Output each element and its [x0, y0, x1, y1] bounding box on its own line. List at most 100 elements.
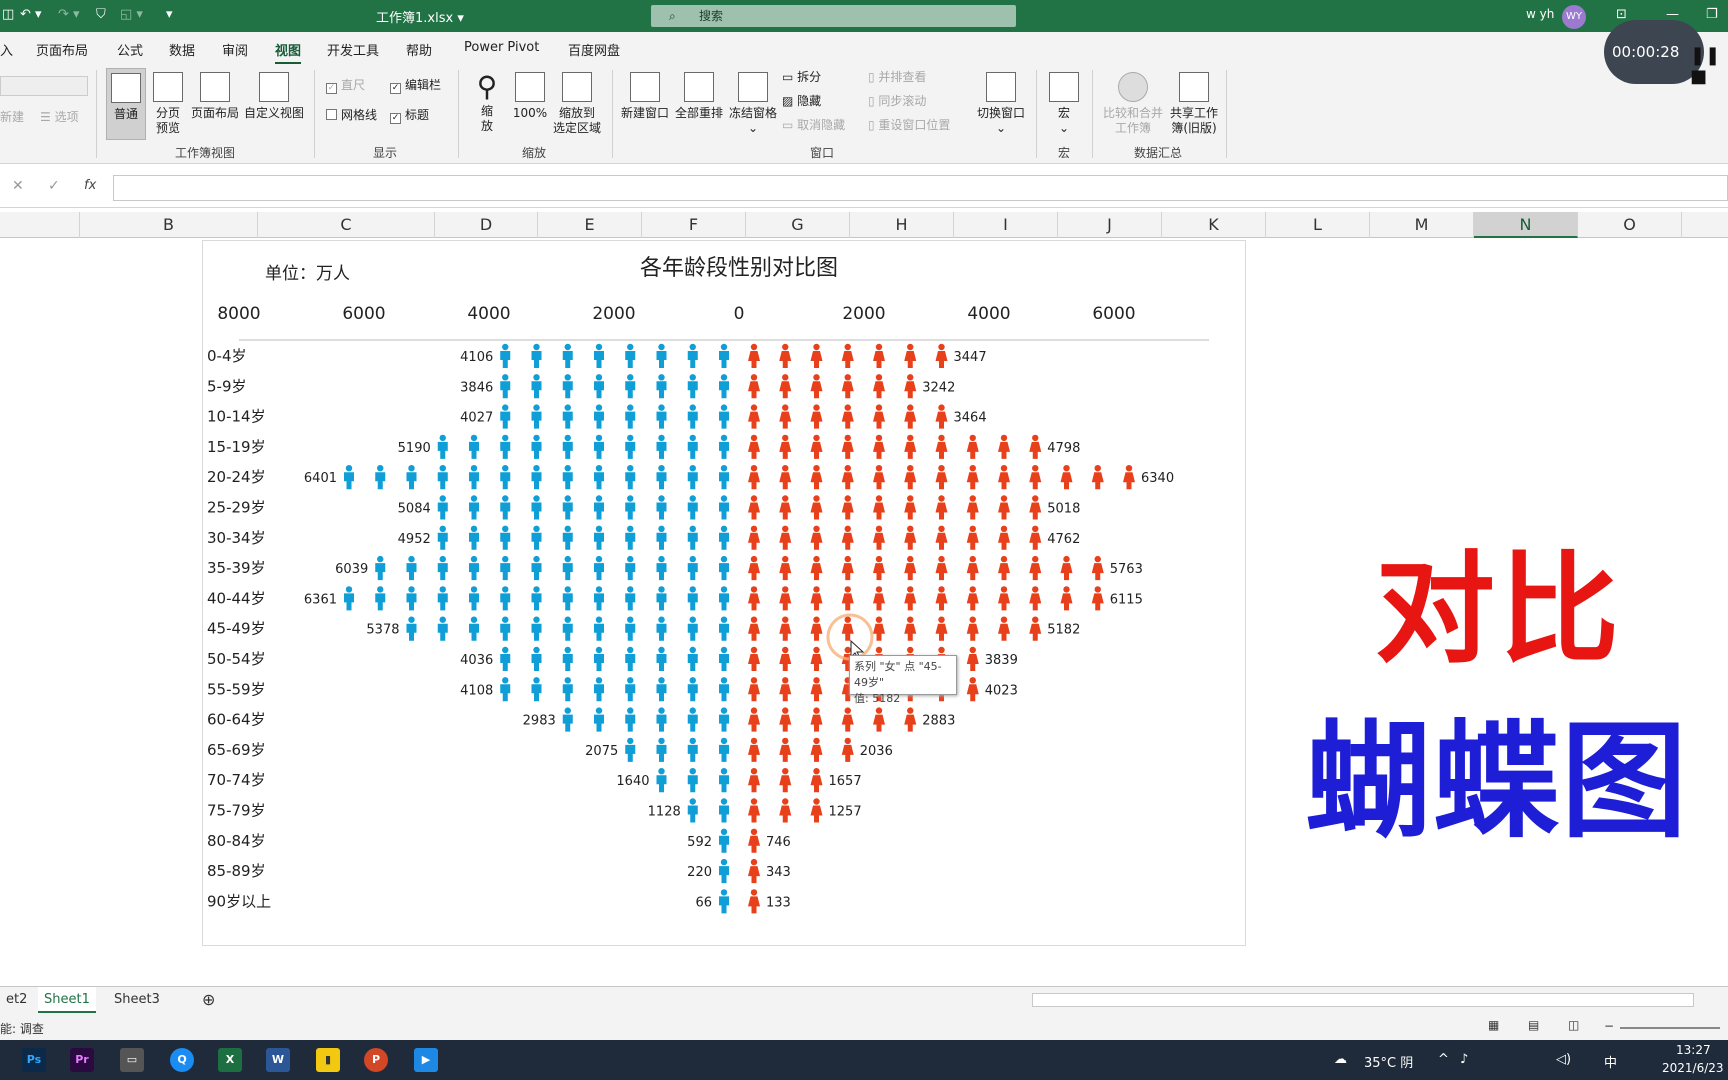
customize-qat-icon[interactable]: ▾: [166, 7, 173, 22]
options-button[interactable]: ☰ 选项: [40, 110, 79, 125]
column-header-j[interactable]: J: [1058, 212, 1162, 238]
hide-button[interactable]: ▨ 隐藏: [782, 94, 821, 109]
zoom-out-icon[interactable]: −: [1604, 1019, 1614, 1033]
menu-view[interactable]: 视图: [275, 40, 302, 64]
undo-icon[interactable]: ↶ ▾: [20, 7, 42, 22]
headings-checkbox[interactable]: ✓ 标题: [390, 108, 429, 124]
zoom-100-button[interactable]: 100%: [512, 72, 548, 121]
menu-developer[interactable]: 开发工具: [327, 40, 379, 59]
arrange-all-button[interactable]: 全部重排: [674, 72, 724, 121]
gridlines-checkbox[interactable]: 网格线: [326, 108, 377, 123]
avatar[interactable]: WY: [1562, 5, 1586, 29]
ime-indicator[interactable]: 中: [1604, 1052, 1617, 1071]
freeze-panes-button[interactable]: 冻结窗格 ⌄: [728, 72, 778, 136]
zoom-slider[interactable]: [1620, 1027, 1720, 1029]
share-workbook-button[interactable]: 共享工作 簿(旧版): [1168, 72, 1220, 136]
excel-icon[interactable]: X: [218, 1048, 242, 1072]
column-header-l[interactable]: L: [1266, 212, 1370, 238]
volume-icon[interactable]: ◁): [1556, 1052, 1571, 1067]
new-window-button[interactable]: 新建窗口: [620, 72, 670, 121]
add-sheet-icon[interactable]: ⊕: [196, 987, 221, 1013]
column-header-n[interactable]: N: [1474, 212, 1578, 238]
sync-scroll-button[interactable]: ▯ 同步滚动: [868, 94, 926, 109]
column-header-e[interactable]: E: [538, 212, 642, 238]
column-header-d[interactable]: D: [435, 212, 538, 238]
column-header-h[interactable]: H: [850, 212, 954, 238]
photoshop-icon[interactable]: Ps: [22, 1048, 46, 1072]
sheet-tab-sheet3[interactable]: Sheet3: [108, 987, 166, 1013]
column-header-g[interactable]: G: [746, 212, 850, 238]
switch-windows-label: 切换窗口: [976, 106, 1025, 120]
premiere-icon[interactable]: Pr: [70, 1048, 94, 1072]
column-header-k[interactable]: K: [1162, 212, 1266, 238]
column-header-f[interactable]: F: [642, 212, 746, 238]
formula-input[interactable]: [113, 175, 1728, 201]
page-break-status-icon[interactable]: ◫: [1568, 1018, 1579, 1032]
page-layout-view-button[interactable]: 页面布局: [190, 72, 240, 121]
unhide-button[interactable]: ▭ 取消隐藏: [782, 118, 845, 133]
cancel-icon[interactable]: ✕: [12, 178, 24, 194]
split-button[interactable]: ▭ 拆分: [782, 70, 821, 85]
macros-button[interactable]: 宏 ⌄: [1046, 72, 1082, 136]
axis-tick-label: 6000: [342, 304, 385, 324]
page-layout-status-icon[interactable]: ▤: [1528, 1018, 1539, 1032]
menu-review[interactable]: 审阅: [222, 40, 248, 59]
formula-bar-checkbox[interactable]: ✓ 编辑栏: [390, 78, 441, 94]
compare-merge-button[interactable]: 比较和合并 工作簿: [1100, 72, 1166, 136]
ribbon-display-icon[interactable]: ⊡: [1616, 7, 1627, 22]
column-header-o[interactable]: O: [1578, 212, 1682, 238]
zoom-selection-button[interactable]: 缩放到 选定区域: [552, 72, 602, 136]
search-input[interactable]: ⌕ 搜索: [651, 5, 1016, 27]
reset-window-button[interactable]: ▯ 重设窗口位置: [868, 118, 950, 133]
enter-icon[interactable]: ✓: [48, 178, 60, 194]
normal-view-button[interactable]: 普通: [106, 68, 146, 140]
file-name[interactable]: 工作簿1.xlsx ▾: [376, 7, 464, 26]
page-break-preview-button[interactable]: 分页 预览: [150, 72, 186, 136]
horizontal-scrollbar[interactable]: [1032, 993, 1694, 1007]
butterfly-chart[interactable]: 各年龄段性别对比图 单位：万人 8000 6000 4000 2000 0 2000 4000 6…: [202, 240, 1246, 946]
group-label-data-summary: 数据汇总: [1134, 146, 1183, 160]
menu-page-layout[interactable]: 页面布局: [36, 40, 88, 59]
column-header-partial[interactable]: [0, 212, 80, 238]
redo-icon[interactable]: ↷ ▾: [58, 7, 80, 22]
menu-help[interactable]: 帮助: [406, 40, 432, 59]
view-side-by-side-button[interactable]: ▯ 并排查看: [868, 70, 926, 85]
view-select[interactable]: [0, 76, 88, 96]
column-header-i[interactable]: I: [954, 212, 1058, 238]
shape-icon[interactable]: ◱ ▾: [120, 7, 143, 22]
column-header-m[interactable]: M: [1370, 212, 1474, 238]
zoom-button[interactable]: ⚲ 缩 放: [470, 70, 504, 134]
switch-windows-button[interactable]: 切换窗口 ⌄: [974, 72, 1028, 136]
powerbi-icon[interactable]: ▮: [316, 1048, 340, 1072]
normal-view-status-icon[interactable]: ▦: [1488, 1018, 1499, 1032]
tray-chevron-icon[interactable]: ^: [1438, 1052, 1449, 1067]
female-value-label: 3447: [954, 350, 987, 365]
recording-controls[interactable]: ❚❚ ■: [1690, 45, 1728, 87]
custom-views-button[interactable]: 自定义视图: [244, 72, 304, 121]
menu-insert[interactable]: 入: [0, 40, 13, 59]
filter-icon[interactable]: ⛉: [96, 7, 106, 22]
stop-icon[interactable]: ■: [1690, 66, 1707, 87]
browser-icon[interactable]: Q: [170, 1048, 194, 1072]
menu-data[interactable]: 数据: [169, 40, 195, 59]
male-icon: [656, 677, 667, 702]
restore-icon[interactable]: ❐: [1706, 7, 1718, 22]
ruler-checkbox[interactable]: ✓ 直尺: [326, 78, 365, 94]
app-icon[interactable]: ▭: [120, 1048, 144, 1072]
recorder-icon[interactable]: ▶: [414, 1048, 438, 1072]
save-icon[interactable]: ◫: [2, 7, 14, 22]
menu-baidu-disk[interactable]: 百度网盘: [568, 40, 620, 59]
new-view-button[interactable]: 新建: [0, 110, 24, 125]
column-header-b[interactable]: B: [80, 212, 258, 238]
menu-power-pivot[interactable]: Power Pivot: [464, 40, 539, 55]
sheet-tab-sheet2[interactable]: et2: [0, 987, 33, 1013]
microphone-icon[interactable]: ♪: [1460, 1052, 1468, 1067]
sheet-tab-sheet1[interactable]: Sheet1: [38, 987, 96, 1013]
menu-formulas[interactable]: 公式: [117, 40, 143, 59]
weather-icon[interactable]: ☁: [1334, 1052, 1347, 1067]
powerpoint-icon[interactable]: P: [364, 1048, 388, 1072]
pause-icon[interactable]: ❚❚: [1690, 45, 1720, 66]
word-icon[interactable]: W: [266, 1048, 290, 1072]
function-icon[interactable]: fx: [84, 178, 96, 193]
column-header-c[interactable]: C: [258, 212, 435, 238]
